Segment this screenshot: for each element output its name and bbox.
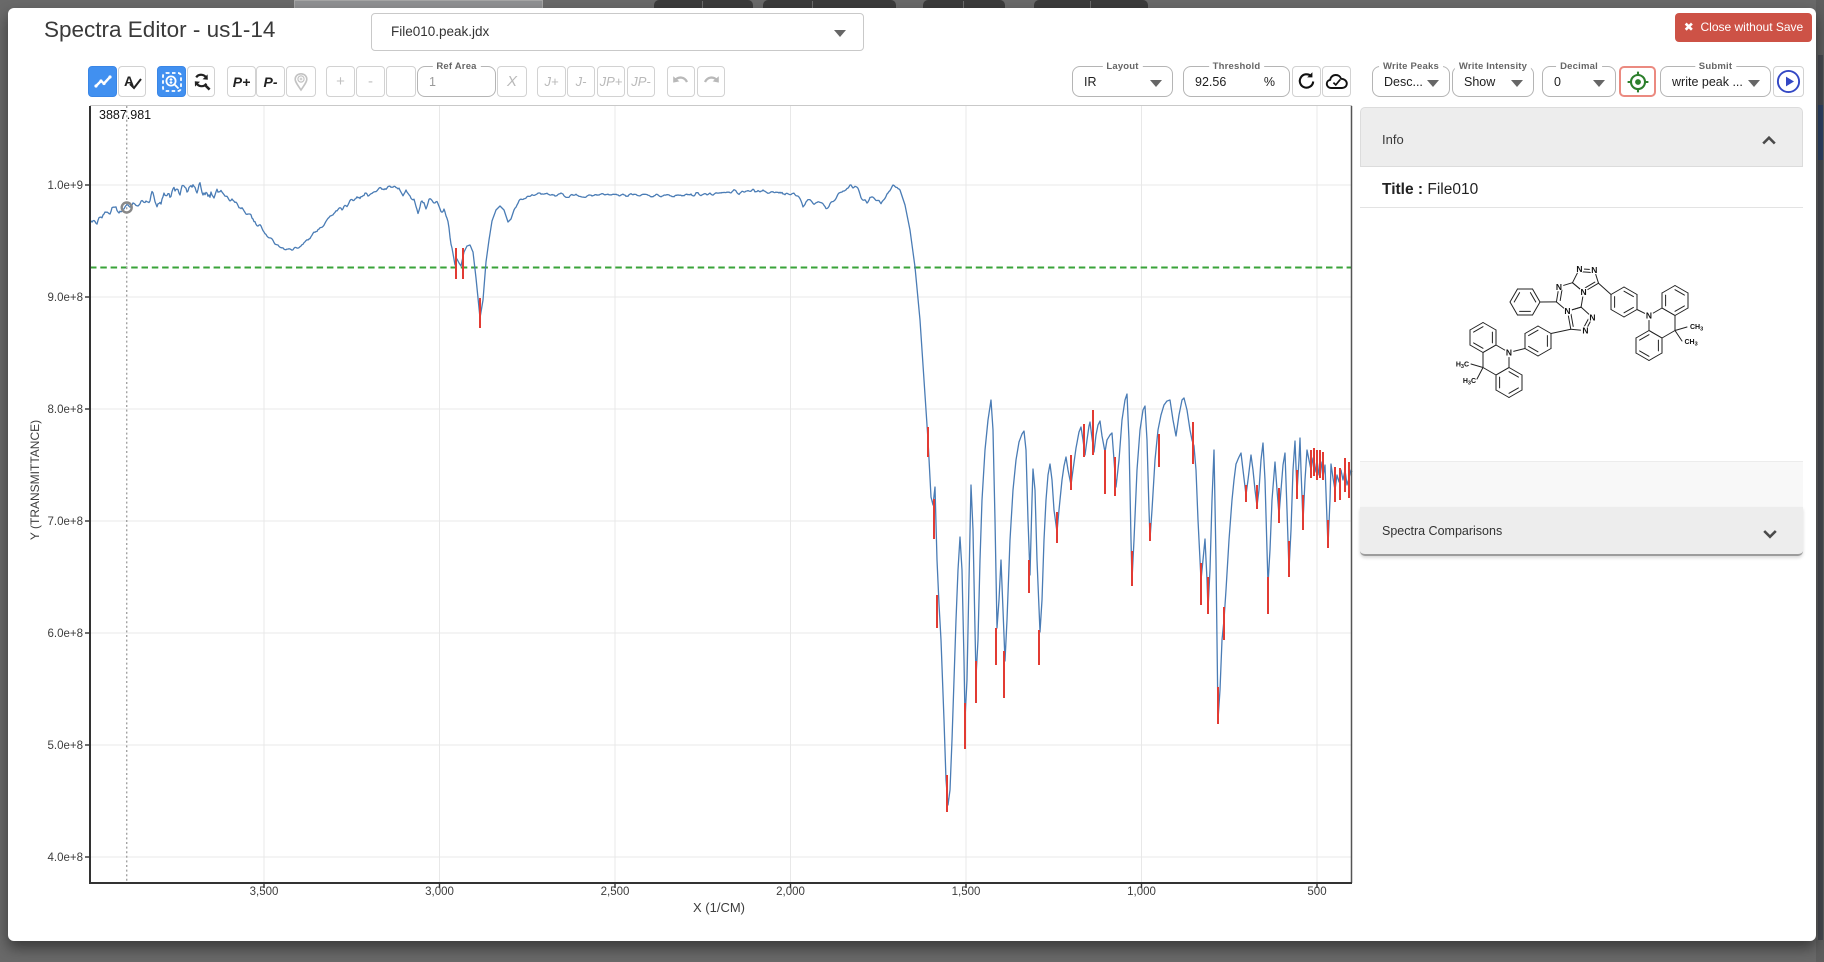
svg-text:Y (TRANSMITTANCE): Y (TRANSMITTANCE)	[28, 420, 42, 540]
svg-text:5.0e+8: 5.0e+8	[48, 740, 84, 752]
svg-text:3,000: 3,000	[425, 886, 454, 898]
svg-text:6.0e+8: 6.0e+8	[48, 628, 84, 640]
svg-text:2,500: 2,500	[601, 886, 630, 898]
svg-text:9.0e+8: 9.0e+8	[48, 292, 84, 304]
svg-text:500: 500	[1307, 886, 1326, 898]
svg-text:1,000: 1,000	[1127, 886, 1156, 898]
svg-text:1.0e+9: 1.0e+9	[48, 180, 84, 192]
svg-text:4.0e+8: 4.0e+8	[48, 852, 84, 864]
svg-text:3887.981: 3887.981	[99, 108, 151, 122]
svg-text:3,500: 3,500	[250, 886, 279, 898]
svg-text:X (1/CM): X (1/CM)	[693, 900, 745, 915]
svg-text:1,500: 1,500	[952, 886, 981, 898]
svg-text:8.0e+8: 8.0e+8	[48, 404, 84, 416]
svg-text:7.0e+8: 7.0e+8	[48, 516, 84, 528]
svg-text:2,000: 2,000	[776, 886, 805, 898]
